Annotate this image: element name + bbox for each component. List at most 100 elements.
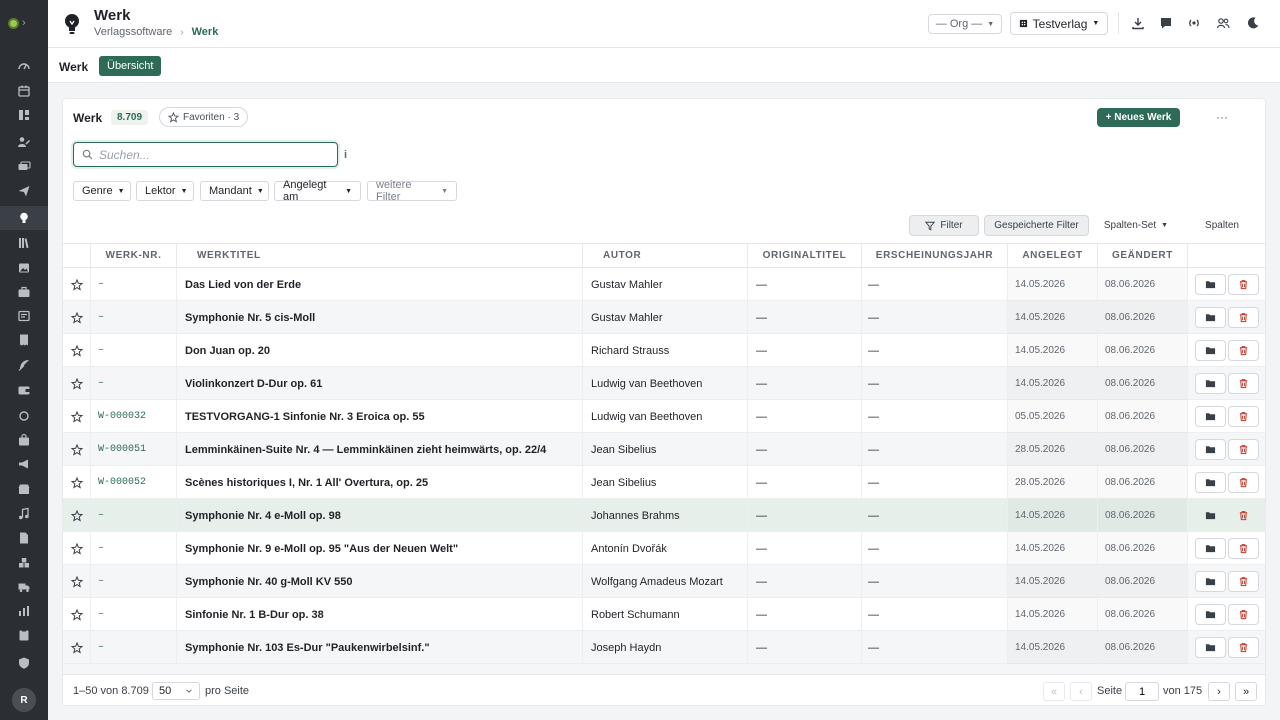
page-input[interactable] xyxy=(1125,682,1159,701)
folder-icon[interactable] xyxy=(1195,637,1226,658)
boxes-icon[interactable] xyxy=(17,556,31,570)
receipt-icon[interactable] xyxy=(17,333,31,347)
header-geaendert[interactable]: Geändert xyxy=(1098,244,1188,267)
filter-button[interactable]: Filter xyxy=(909,215,979,236)
truck-icon[interactable] xyxy=(17,580,31,594)
first-page-button[interactable]: « xyxy=(1043,682,1065,701)
users-icon[interactable] xyxy=(1216,16,1230,30)
table-row[interactable]: – Symphonie Nr. 5 cis-Moll Gustav Mahler — —… xyxy=(63,301,1265,334)
wallet-icon[interactable] xyxy=(17,383,31,397)
columns-set-select[interactable]: Spalten-Set ▼ xyxy=(1097,215,1175,236)
facet-filter[interactable]: Lektor ▼ xyxy=(136,181,194,201)
favorite-star-icon[interactable] xyxy=(63,499,91,532)
favorite-star-icon[interactable] xyxy=(63,334,91,367)
trash-icon[interactable] xyxy=(1228,373,1259,394)
publisher-select[interactable]: Testverlag ▼ xyxy=(1010,12,1108,35)
facet-filter[interactable]: Angelegt am ▼ xyxy=(274,179,361,203)
header-originaltitel[interactable]: Originaltitel xyxy=(748,244,862,267)
gauge-icon[interactable] xyxy=(17,59,31,73)
folder-icon[interactable] xyxy=(1195,373,1226,394)
workspace-switcher[interactable]: › xyxy=(8,14,40,32)
favorite-star-icon[interactable] xyxy=(63,565,91,598)
favorite-star-icon[interactable] xyxy=(63,466,91,499)
favorite-star-icon[interactable] xyxy=(63,367,91,400)
trash-icon[interactable] xyxy=(1228,472,1259,493)
table-row[interactable]: – Symphonie Nr. 40 g-Moll KV 550 Wolfgang … xyxy=(63,565,1265,598)
table-row[interactable]: – Sinfonie Nr. 1 B-Dur op. 38 Robert Schum… xyxy=(63,598,1265,631)
favorite-star-icon[interactable] xyxy=(63,532,91,565)
saved-filter-button[interactable]: Gespeicherte Filter xyxy=(984,215,1089,236)
trash-icon[interactable] xyxy=(1228,571,1259,592)
trash-icon[interactable] xyxy=(1228,637,1259,658)
person-edit-icon[interactable] xyxy=(17,135,31,149)
tab-overview[interactable]: Übersicht xyxy=(99,56,162,76)
bulb-icon[interactable] xyxy=(17,211,31,225)
folder-icon[interactable] xyxy=(1195,538,1226,559)
org-select[interactable]: — Org — ▼ xyxy=(928,14,1002,34)
search-input[interactable] xyxy=(99,147,319,162)
send-icon[interactable] xyxy=(17,184,31,198)
table-row[interactable]: – Das Lied von der Erde Gustav Mahler — —14.… xyxy=(63,268,1265,301)
next-page-button[interactable]: › xyxy=(1208,682,1230,701)
favorites-chip[interactable]: Favoriten · 3 xyxy=(159,107,249,127)
folder-icon[interactable] xyxy=(1195,340,1226,361)
calendar-icon[interactable] xyxy=(17,84,31,98)
table-row[interactable]: – Symphonie Nr. 4 e-Moll op. 98 Johannes B… xyxy=(63,499,1265,532)
favorite-star-icon[interactable] xyxy=(63,598,91,631)
download-icon[interactable] xyxy=(1131,16,1145,30)
chat-icon[interactable] xyxy=(1159,16,1173,30)
image-icon[interactable] xyxy=(17,261,31,275)
folder-icon[interactable] xyxy=(1195,472,1226,493)
favorite-star-icon[interactable] xyxy=(63,433,91,466)
reader-icon[interactable] xyxy=(17,309,31,323)
trash-icon[interactable] xyxy=(1228,604,1259,625)
file-icon[interactable] xyxy=(17,531,31,545)
table-row[interactable]: W-000051 Lemminkäinen-Suite Nr. 4 — Lemmi… xyxy=(63,433,1265,466)
trash-icon[interactable] xyxy=(1228,505,1259,526)
breadcrumb-root[interactable]: Verlagssoftware xyxy=(94,26,172,38)
clipboard-icon[interactable] xyxy=(17,628,31,642)
megaphone-icon[interactable] xyxy=(17,457,31,471)
table-row[interactable] xyxy=(63,664,1265,674)
last-page-button[interactable]: » xyxy=(1235,682,1257,701)
header-werk-nr[interactable]: Werk-Nr. xyxy=(91,244,177,267)
feather-icon[interactable] xyxy=(17,358,31,372)
trash-icon[interactable] xyxy=(1228,538,1259,559)
folder-icon[interactable] xyxy=(1195,604,1226,625)
folder-icon[interactable] xyxy=(1195,274,1226,295)
trash-icon[interactable] xyxy=(1228,406,1259,427)
folder-icon[interactable] xyxy=(1195,406,1226,427)
more-options-icon[interactable]: ··· xyxy=(1213,108,1231,126)
circle-icon[interactable] xyxy=(17,409,31,423)
per-page-select[interactable]: 50 xyxy=(152,682,200,700)
table-row[interactable]: W-000052 Scènes historiques I, Nr. 1 All'… xyxy=(63,466,1265,499)
briefcase-icon[interactable] xyxy=(17,285,31,299)
table-row[interactable]: – Symphonie Nr. 103 Es-Dur "Paukenwirbels… xyxy=(63,631,1265,664)
header-werktitel[interactable]: Werktitel xyxy=(177,244,583,267)
facet-filter[interactable]: Mandant ▼ xyxy=(200,181,269,201)
favorite-star-icon[interactable] xyxy=(63,301,91,334)
info-icon[interactable]: i xyxy=(344,149,347,161)
favorite-star-icon[interactable] xyxy=(63,631,91,664)
trash-icon[interactable] xyxy=(1228,274,1259,295)
table-row[interactable]: – Symphonie Nr. 9 e-Moll op. 95 "Aus der … xyxy=(63,532,1265,565)
trash-icon[interactable] xyxy=(1228,307,1259,328)
table-row[interactable]: – Don Juan op. 20 Richard Strauss — —14.05.2… xyxy=(63,334,1265,367)
header-erscheinungsjahr[interactable]: Erscheinungsjahr xyxy=(862,244,1008,267)
header-autor[interactable]: Autor xyxy=(583,244,748,267)
user-avatar[interactable]: R xyxy=(12,688,36,712)
folder-icon[interactable] xyxy=(1195,571,1226,592)
chart-icon[interactable] xyxy=(17,604,31,618)
favorite-star-icon[interactable] xyxy=(63,268,91,301)
library-icon[interactable] xyxy=(17,236,31,250)
bag-icon[interactable] xyxy=(17,433,31,447)
tickets-icon[interactable] xyxy=(17,160,31,174)
header-angelegt[interactable]: Angelegt xyxy=(1008,244,1098,267)
shield-icon[interactable] xyxy=(17,656,31,670)
trash-icon[interactable] xyxy=(1228,439,1259,460)
trash-icon[interactable] xyxy=(1228,340,1259,361)
facet-filter[interactable]: Genre ▼ xyxy=(73,181,131,201)
music-icon[interactable] xyxy=(17,507,31,521)
store-icon[interactable] xyxy=(17,482,31,496)
folder-icon[interactable] xyxy=(1195,505,1226,526)
